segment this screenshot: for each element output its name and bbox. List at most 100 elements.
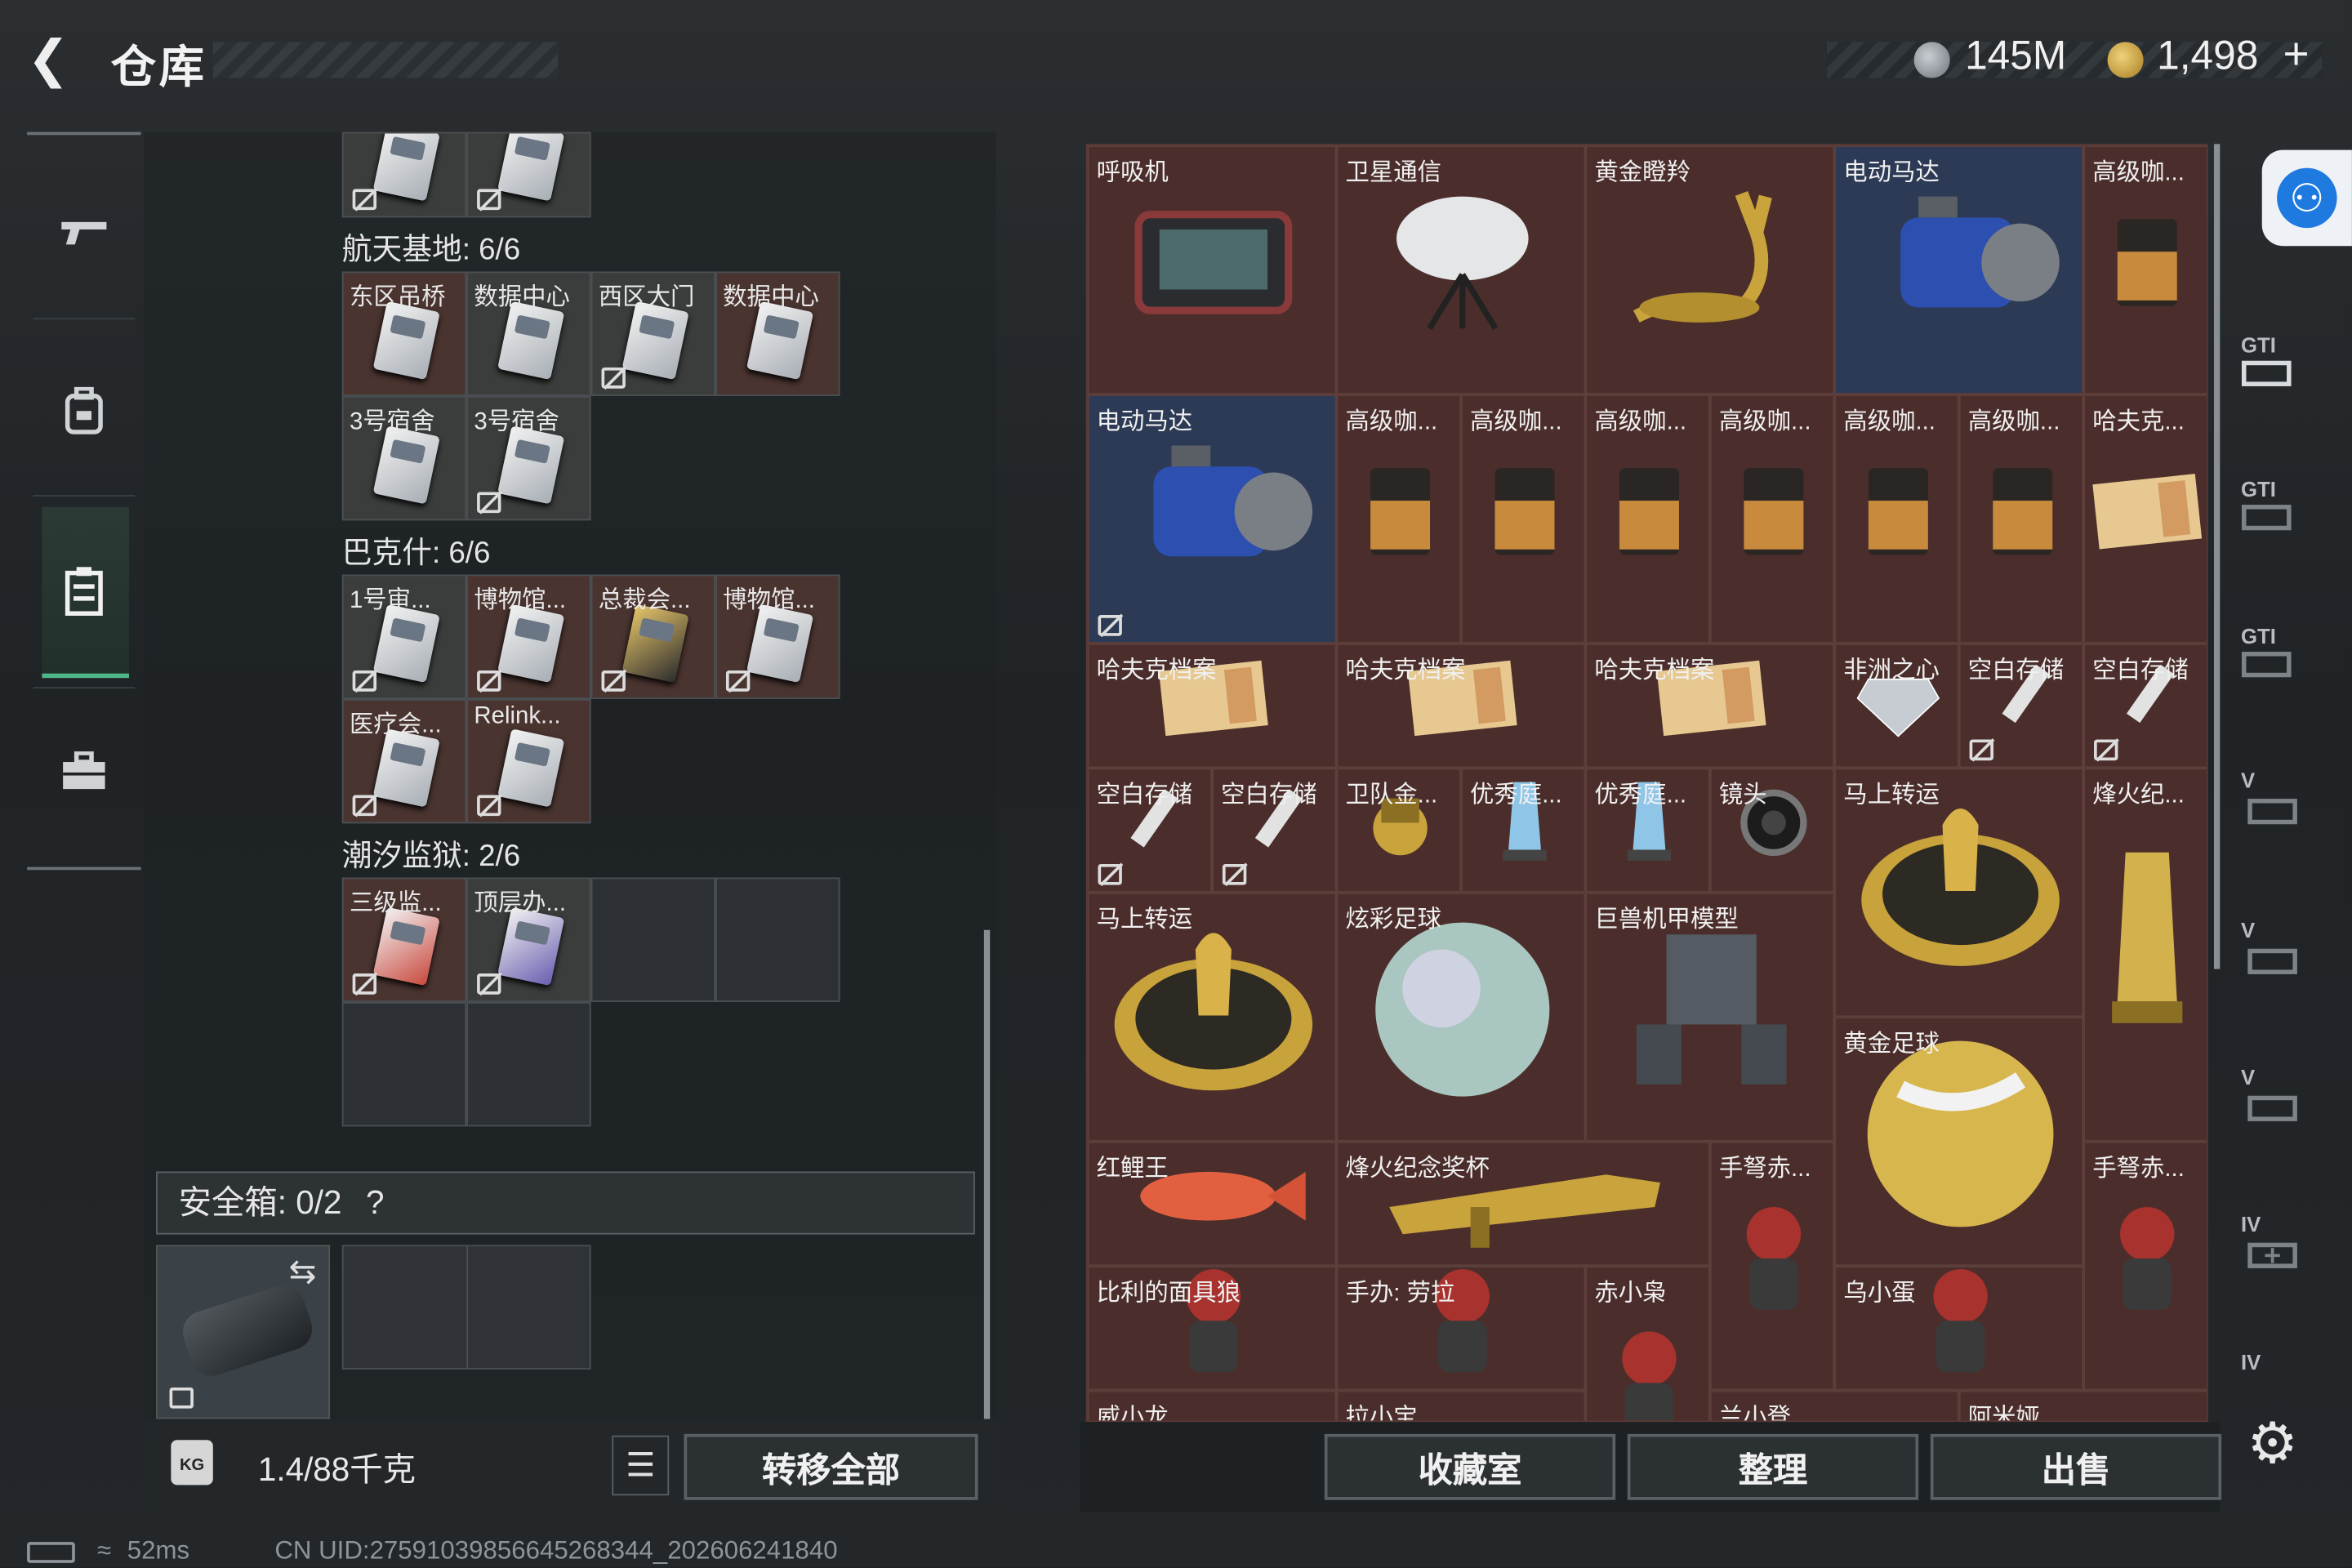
empty-slot[interactable] <box>466 1001 591 1127</box>
item-slot[interactable]: 炫彩足球 <box>1336 892 1586 1142</box>
item-slot[interactable]: 赤小枭 <box>1585 1266 1710 1421</box>
grid-cell[interactable] <box>341 131 467 218</box>
item-slot[interactable]: 黄金足球 <box>1834 1017 2084 1267</box>
item-slot[interactable]: 手弩赤... <box>2083 1141 2207 1391</box>
transfer-all-button[interactable]: 转移全部 <box>684 1433 978 1500</box>
empty-slot[interactable] <box>590 877 716 1002</box>
item-slot[interactable]: 烽火纪... <box>2083 768 2207 1142</box>
grid-cell[interactable]: 3号宿舍 <box>466 395 591 521</box>
sidebar-tier-button[interactable]: IV <box>2241 1350 2313 1374</box>
warehouse-scrollbar[interactable] <box>2213 144 2221 969</box>
sidebar-tier-button[interactable]: V <box>2241 768 2313 827</box>
nav-backpack-button[interactable] <box>42 369 126 453</box>
item-slot[interactable]: 高级咖... <box>1460 394 1586 644</box>
grid-cell[interactable]: 医疗会... <box>341 698 467 824</box>
item-slot[interactable]: 巨兽机甲模型 <box>1585 892 1835 1142</box>
item-slot[interactable]: 镜头 <box>1709 768 1835 893</box>
item-slot[interactable]: 电动马达 <box>1834 145 2084 395</box>
grid-cell[interactable]: 总裁会... <box>590 574 716 699</box>
grid-cell[interactable]: 博物馆... <box>466 574 591 699</box>
item-slot[interactable]: 威小龙 <box>1087 1390 1337 1421</box>
item-slot[interactable]: 哈夫克档案 <box>1585 643 1835 768</box>
sidebar-gti-button[interactable]: GTI <box>2241 624 2313 684</box>
item-slot[interactable]: 手办: 劳拉 <box>1336 1266 1586 1391</box>
back-button[interactable]: ❮ <box>27 30 87 90</box>
empty-slot[interactable] <box>341 1001 467 1127</box>
nav-warehouse-button[interactable] <box>42 549 126 633</box>
item-slot[interactable]: 烽火纪念奖杯 <box>1336 1141 1710 1267</box>
item-slot[interactable]: 呼吸机 <box>1087 145 1337 395</box>
item-slot[interactable]: 比利的面具狼 <box>1087 1266 1337 1391</box>
grid-cell[interactable]: 1号审... <box>341 574 467 699</box>
item-slot[interactable]: 卫星通信 <box>1336 145 1586 395</box>
item-slot[interactable]: 优秀庭... <box>1585 768 1710 893</box>
inventory-scrollbar[interactable] <box>983 929 991 1419</box>
item-slot[interactable]: 高级咖... <box>1709 394 1835 644</box>
organize-button[interactable]: 整理 <box>1627 1433 1919 1500</box>
swap-icon[interactable]: ⇆ <box>289 1253 317 1292</box>
nav-weapons-button[interactable] <box>42 189 126 273</box>
item-slot[interactable]: 兰小登 <box>1709 1390 1959 1421</box>
item-slot[interactable]: 手弩赤... <box>1709 1141 1835 1391</box>
nav-toolbox-button[interactable] <box>42 729 126 813</box>
item-slot[interactable]: 非洲之心 <box>1834 643 1959 768</box>
sidebar-gti-button[interactable]: GTI <box>2241 477 2313 537</box>
item-slot[interactable]: 哈夫克档案 <box>1087 643 1337 768</box>
item-slot[interactable]: 黄金瞪羚 <box>1585 145 1835 395</box>
grid-cell[interactable] <box>466 131 591 218</box>
item-slot[interactable]: 空白存储 <box>1087 768 1213 893</box>
section-title: 巴克什: 6/6 <box>341 537 491 570</box>
grid-cell[interactable]: Relink... <box>466 698 591 824</box>
sidebar-tier-button[interactable]: IV <box>2241 1212 2313 1272</box>
grid-cell[interactable]: 三级监... <box>341 877 467 1002</box>
item-slot[interactable]: 红鲤王 <box>1087 1141 1337 1267</box>
accessibility-button[interactable]: ⚇ <box>2261 149 2352 247</box>
settings-button[interactable]: ⚙ <box>2247 1410 2298 1477</box>
grid-cell[interactable]: 东区吊桥 <box>341 271 467 396</box>
grid-cell[interactable]: 数据中心 <box>715 271 840 396</box>
item-label: 高级咖... <box>1967 409 2060 435</box>
item-slot[interactable]: 马上转运 <box>1834 768 2084 1018</box>
sidebar-tier-button[interactable]: V <box>2241 1065 2313 1125</box>
item-slot[interactable]: 优秀庭... <box>1460 768 1586 893</box>
grid-cell[interactable]: 数据中心 <box>466 271 591 396</box>
safe-box-label: 安全箱: 0/2 <box>178 1183 342 1222</box>
item-slot[interactable]: 马上转运 <box>1087 892 1337 1142</box>
cell-label: 数据中心 <box>723 284 819 311</box>
help-icon[interactable]: ? <box>366 1183 384 1221</box>
item-label: 红鲤王 <box>1096 1156 1169 1183</box>
item-slot[interactable]: 哈夫克档案 <box>1336 643 1586 768</box>
collection-room-button[interactable]: 收藏室 <box>1324 1433 1616 1500</box>
item-slot[interactable]: 高级咖... <box>2083 145 2207 395</box>
sidebar-gti-button[interactable]: GTI <box>2241 333 2313 393</box>
add-currency-button[interactable]: + <box>2283 30 2309 81</box>
item-slot[interactable]: 高级咖... <box>1834 394 1959 644</box>
cell-label: 3号宿舍 <box>349 409 435 435</box>
item-slot[interactable]: 空白存储 <box>2083 643 2207 768</box>
sell-button[interactable]: 出售 <box>1930 1433 2222 1500</box>
item-slot[interactable]: 空白存储 <box>1958 643 2084 768</box>
grid-cell[interactable]: 西区大门 <box>590 271 716 396</box>
chevron-left-icon: ❮ <box>27 31 70 89</box>
item-slot[interactable]: 高级咖... <box>1336 394 1461 644</box>
sidebar-label: V <box>2241 768 2256 792</box>
item-slot[interactable]: 高级咖... <box>1958 394 2084 644</box>
list-view-button[interactable]: ☰ <box>612 1435 670 1496</box>
warehouse-item-grid: 呼吸机 卫星通信 黄金瞪羚 电动马达 高级咖... 电动马达 高级咖... 高级咖... 高级咖… <box>1085 144 2208 1423</box>
item-slot[interactable]: 哈夫克... <box>2083 394 2207 644</box>
item-slot[interactable]: 拉小宝 <box>1336 1390 1586 1421</box>
grid-cell[interactable]: 博物馆... <box>715 574 840 699</box>
cell-label: 博物馆... <box>723 587 815 614</box>
safe-box-slot[interactable]: ⇆ <box>156 1245 331 1419</box>
item-slot[interactable]: 阿米娅 <box>1958 1390 2207 1421</box>
item-slot[interactable]: 高级咖... <box>1585 394 1710 644</box>
sidebar-tier-button[interactable]: V <box>2241 918 2313 978</box>
item-slot[interactable]: 乌小蛋 <box>1834 1266 2084 1391</box>
item-slot[interactable]: 卫队金... <box>1336 768 1461 893</box>
grid-cell[interactable]: 3号宿舍 <box>341 395 467 521</box>
item-slot[interactable]: 空白存储 <box>1212 768 1337 893</box>
grid-cell[interactable]: 顶层办... <box>466 877 591 1002</box>
empty-slot[interactable] <box>715 877 840 1002</box>
nav-bottom-line <box>27 866 141 871</box>
item-slot[interactable]: 电动马达 <box>1087 394 1337 644</box>
